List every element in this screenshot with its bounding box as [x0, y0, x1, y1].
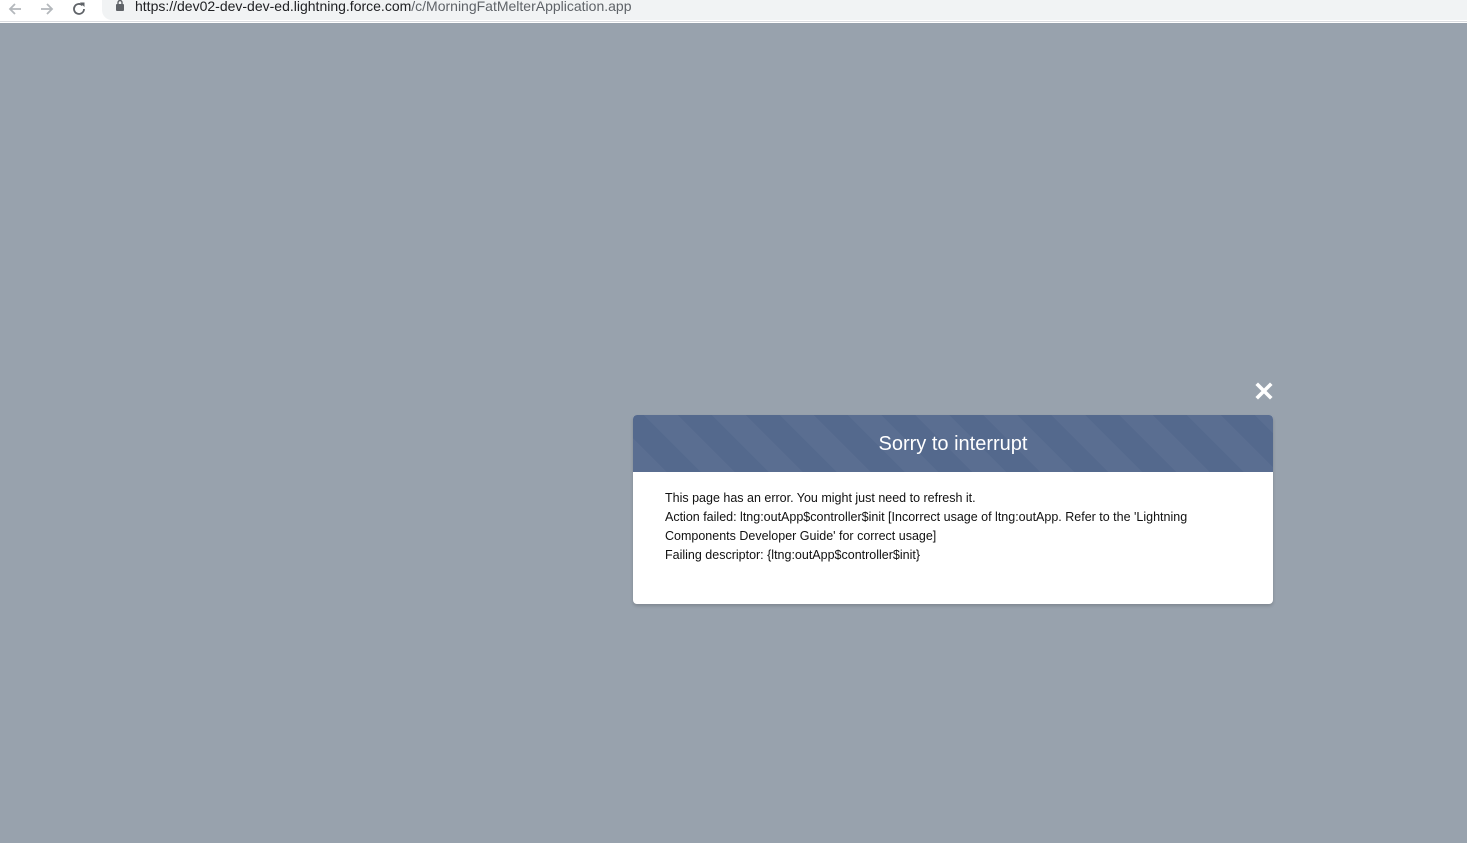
back-button[interactable]: [4, 0, 26, 18]
failing-descriptor: Failing descriptor: {ltng:outApp$control…: [665, 548, 921, 562]
reload-icon: [73, 2, 85, 15]
modal-body: This page has an error. You might just n…: [633, 472, 1273, 565]
url-text: https://dev02-dev-dev-ed.lightning.force…: [135, 0, 632, 16]
error-message: This page has an error. You might just n…: [665, 491, 976, 505]
modal-title: Sorry to interrupt: [878, 432, 1028, 455]
error-modal: Sorry to interrupt This page has an erro…: [633, 415, 1273, 604]
error-detail: Action failed: ltng:outApp$controller$in…: [665, 510, 1188, 543]
url-host: https://dev02-dev-dev-ed.lightning.force…: [135, 0, 412, 14]
address-bar[interactable]: https://dev02-dev-dev-ed.lightning.force…: [102, 0, 1467, 20]
modal-header: Sorry to interrupt: [633, 415, 1273, 472]
back-arrow-icon: [8, 3, 21, 15]
url-path: /c/MorningFatMelterApplication.app: [411, 0, 632, 14]
forward-button[interactable]: [36, 0, 58, 18]
lock-icon: [116, 0, 124, 11]
close-icon[interactable]: [1253, 380, 1275, 402]
forward-arrow-icon: [41, 3, 54, 15]
browser-toolbar: https://dev02-dev-dev-ed.lightning.force…: [0, 0, 1467, 22]
reload-button[interactable]: [68, 0, 90, 18]
